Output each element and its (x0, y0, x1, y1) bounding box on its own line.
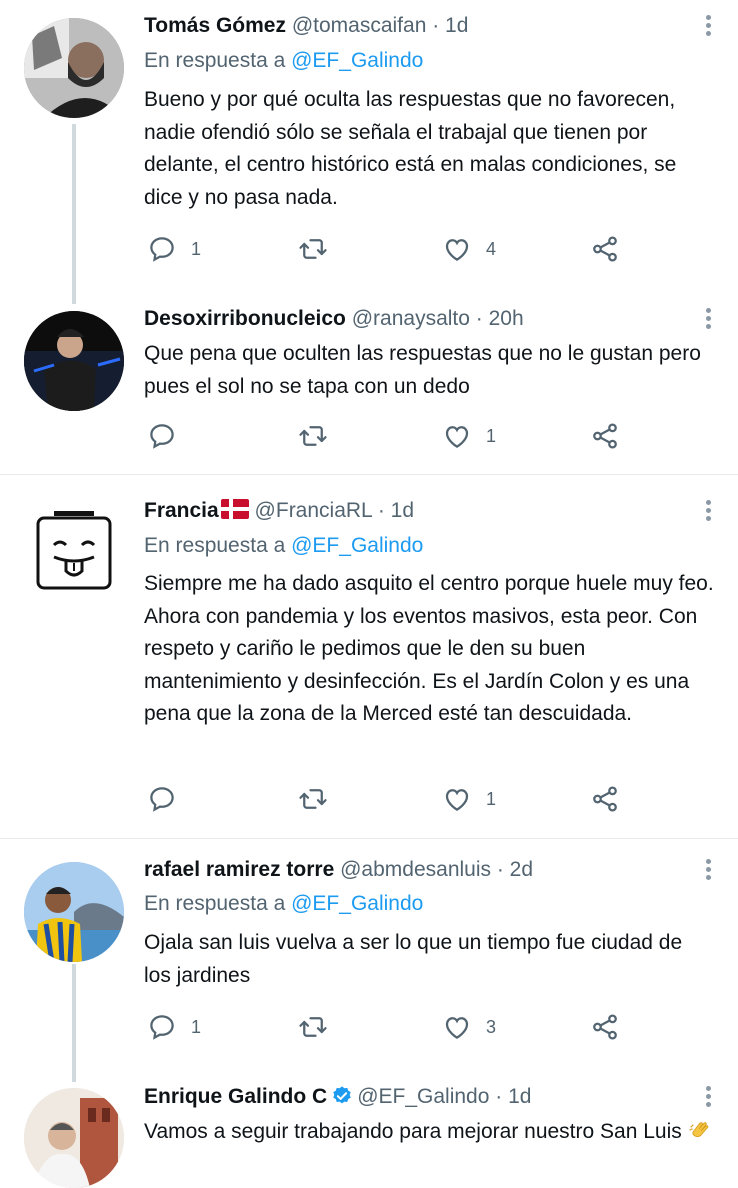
heart-icon (445, 789, 469, 811)
author-handle[interactable]: @FranciaRL (255, 499, 372, 522)
share-icon (593, 1014, 617, 1040)
timestamp[interactable]: · 1d (378, 499, 414, 522)
like-count: 4 (486, 238, 497, 259)
avatar[interactable] (24, 862, 124, 962)
tweet-text: Ojala san luis vuelva a ser lo que un ti… (144, 931, 683, 987)
reply-context: En respuesta a @EF_Galindo (144, 890, 423, 918)
thread-line (72, 124, 76, 304)
reply-context: En respuesta a @EF_Galindo (144, 47, 423, 75)
author-name[interactable]: Desoxirribonucleico (144, 307, 346, 330)
tweet-text: Siempre me ha dado asquito el centro por… (144, 572, 714, 725)
more-vertical-icon[interactable] (704, 305, 712, 332)
reply-button[interactable]: 1 (147, 1012, 201, 1042)
tweet-header: Desoxirribonucleico @ranaysalto · 20h (144, 305, 524, 333)
share-button[interactable] (590, 234, 620, 264)
like-button[interactable]: 4 (442, 234, 496, 264)
heart-icon (445, 426, 469, 448)
more-vertical-icon[interactable] (704, 12, 712, 39)
more-vertical-icon[interactable] (704, 856, 712, 883)
timestamp[interactable]: · 1d (432, 14, 468, 37)
share-button[interactable] (590, 784, 620, 814)
avatar[interactable] (24, 1088, 124, 1188)
like-count: 1 (486, 788, 497, 809)
thread-line (72, 964, 76, 1082)
avatar-photo (24, 862, 124, 962)
more-vertical-icon[interactable] (704, 1083, 712, 1110)
reply-mention-link[interactable]: @EF_Galindo (291, 892, 423, 915)
author-handle[interactable]: @abmdesanluis (340, 858, 491, 881)
retweet-button[interactable] (298, 234, 328, 264)
reply-mention-link[interactable]: @EF_Galindo (291, 49, 423, 72)
heart-icon (445, 1017, 469, 1039)
tweet-text: Bueno y por qué oculta las respuestas qu… (144, 88, 677, 209)
like-button[interactable]: 3 (442, 1012, 496, 1042)
verified-badge-icon (333, 1086, 351, 1104)
reply-button[interactable]: 1 (147, 234, 201, 264)
author-name[interactable]: rafael ramirez torre (144, 858, 334, 881)
heart-icon (445, 239, 469, 261)
reply-button[interactable] (147, 421, 177, 451)
avatar[interactable] (24, 311, 124, 411)
tweet-header: rafael ramirez torre @abmdesanluis · 2d (144, 856, 533, 884)
speech-bubble-icon (150, 237, 174, 262)
reply-count: 1 (191, 1016, 202, 1037)
author-name[interactable]: Francia (144, 499, 219, 522)
timestamp[interactable]: · 1d (495, 1085, 531, 1108)
tweet-text-content: Vamos a seguir trabajando para mejorar n… (144, 1120, 682, 1143)
author-handle[interactable]: @ranaysalto (352, 307, 470, 330)
denmark-flag-icon (220, 499, 249, 519)
timestamp[interactable]: · 20h (476, 307, 524, 330)
tweet-text: Vamos a seguir trabajando para mejorar n… (144, 1116, 714, 1149)
speech-bubble-icon (150, 424, 174, 449)
share-button[interactable] (590, 1012, 620, 1042)
tweet-header: Tomás Gómez @tomascaifan · 1d (144, 12, 468, 40)
avatar-photo (24, 1088, 124, 1188)
tweet-header: Enrique Galindo C @EF_Galindo · 1d (144, 1083, 531, 1111)
reply-context: En respuesta a @EF_Galindo (144, 532, 423, 560)
retweet-icon (299, 426, 327, 446)
reply-prefix: En respuesta a (144, 49, 286, 72)
retweet-button[interactable] (298, 784, 328, 814)
like-button[interactable]: 1 (442, 784, 496, 814)
author-handle[interactable]: @tomascaifan (292, 14, 427, 37)
avatar-photo (24, 311, 124, 411)
retweet-icon (299, 1017, 327, 1037)
tweet-separator (0, 838, 738, 839)
avatar[interactable] (24, 18, 124, 118)
avatar-photo (24, 18, 124, 118)
more-vertical-icon[interactable] (704, 497, 712, 524)
like-count: 3 (486, 1016, 497, 1037)
reply-prefix: En respuesta a (144, 892, 286, 915)
speech-bubble-icon (150, 1015, 174, 1040)
retweet-button[interactable] (298, 421, 328, 451)
reply-prefix: En respuesta a (144, 534, 286, 557)
share-icon (593, 786, 617, 812)
author-handle[interactable]: @EF_Galindo (357, 1085, 489, 1108)
reply-button[interactable] (147, 784, 177, 814)
share-icon (593, 423, 617, 449)
speech-bubble-icon (150, 787, 174, 812)
share-button[interactable] (590, 421, 620, 451)
retweet-icon (299, 789, 327, 809)
retweet-button[interactable] (298, 1012, 328, 1042)
author-name[interactable]: Tomás Gómez (144, 14, 286, 37)
retweet-icon (299, 239, 327, 259)
reply-mention-link[interactable]: @EF_Galindo (291, 534, 423, 557)
like-count: 1 (486, 425, 497, 446)
jar-face-avatar (36, 511, 112, 590)
like-button[interactable]: 1 (442, 421, 496, 451)
tweet-separator (0, 474, 738, 475)
tweet-header: Francia @FranciaRL · 1d (144, 497, 414, 525)
clapping-hands-icon (689, 1122, 709, 1138)
reply-count: 1 (191, 238, 202, 259)
avatar[interactable] (24, 503, 124, 603)
share-icon (593, 236, 617, 262)
tweet-text: Que pena que oculten las respuestas que … (144, 342, 701, 398)
author-name[interactable]: Enrique Galindo C (144, 1085, 327, 1108)
timestamp[interactable]: · 2d (497, 858, 533, 881)
